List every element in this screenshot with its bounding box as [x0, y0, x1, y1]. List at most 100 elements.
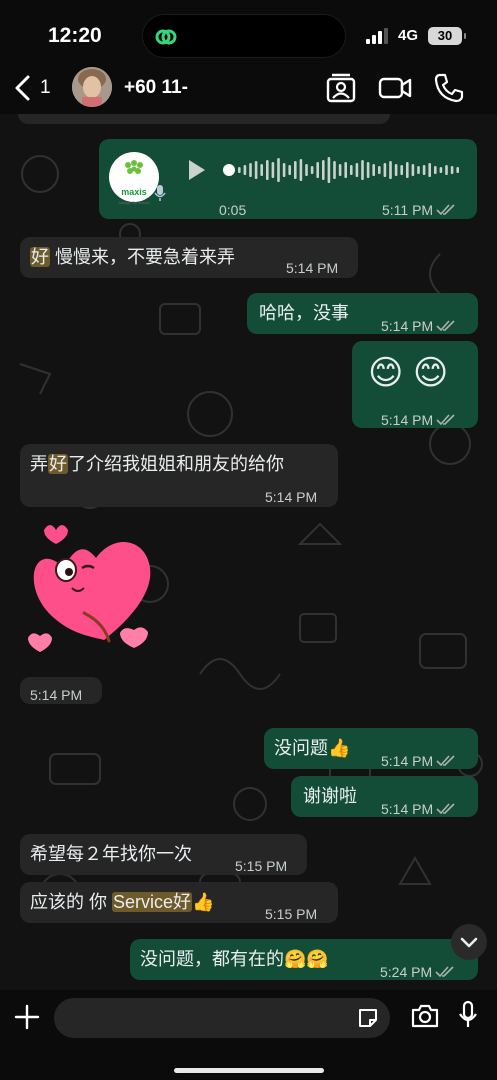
outgoing-message[interactable]: 没问题👍 5:14 PM [264, 728, 478, 769]
voice-waveform[interactable] [222, 155, 462, 185]
home-indicator [174, 1068, 324, 1073]
plus-icon[interactable] [14, 1004, 40, 1030]
incoming-message[interactable]: 希望每２年找你一次 5:15 PM [20, 834, 307, 875]
waveform-bar [288, 165, 291, 175]
waveform-bar [316, 162, 319, 178]
read-ticks-icon [436, 320, 455, 332]
contact-name[interactable]: +60 11- [124, 77, 188, 99]
status-bar: 12:20 4G 30 [0, 0, 497, 62]
message-highlight: Service好 [112, 892, 193, 912]
scroll-down-icon [460, 937, 478, 948]
waveform-bar [406, 162, 409, 178]
waveform-bar [456, 167, 459, 173]
waveform-bar [434, 166, 437, 174]
waveform-bar [422, 165, 426, 175]
microphone-icon[interactable] [458, 1000, 478, 1030]
message-time: 5:14 PM [286, 260, 339, 276]
waveform-bar [310, 166, 314, 174]
message-highlight: 好 [48, 454, 68, 474]
message-text: 应该的 你 Service好👍 [30, 889, 214, 915]
message-text-pre: 应该的 你 [30, 892, 113, 912]
message-time-text: 5:14 PM [381, 318, 434, 334]
waveform-bar [445, 165, 448, 175]
back-unread-count[interactable]: 1 [40, 77, 51, 99]
waveform-bar [350, 165, 353, 175]
network-type: 4G [398, 27, 419, 44]
message-time-text: 5:24 PM [380, 964, 433, 980]
read-ticks-icon [435, 966, 454, 978]
message-time: 5:14 PM [30, 687, 83, 703]
incoming-message[interactable]: 应该的 你 Service好👍 5:15 PM [20, 882, 338, 923]
waveform-bar [450, 166, 454, 174]
message-text: 哈哈，没事 [259, 303, 349, 323]
waveform-bar [372, 164, 375, 176]
message-text: 谢谢啦 [303, 786, 357, 806]
play-icon[interactable] [187, 159, 207, 181]
message-time: 5:14 PM [381, 748, 456, 774]
message-text-post: 👍 [192, 892, 215, 912]
back-chevron-icon[interactable] [12, 74, 34, 102]
waveform-bar [277, 158, 280, 182]
message-text: 没问题👍 [274, 738, 351, 758]
message-text-body: 慢慢来，不要急着来弄 [50, 247, 235, 267]
message-text: 希望每２年找你一次 [30, 844, 192, 864]
waveform-bar [338, 164, 342, 176]
waveform-bar [439, 167, 443, 173]
message-time-text: 5:11 PM [382, 202, 434, 218]
read-ticks-icon [436, 803, 455, 815]
message-time-text: 5:14 PM [381, 412, 434, 428]
waveform-bar [305, 164, 308, 176]
waveform-bar [254, 161, 258, 179]
message-text: 没问题，都有在的🤗🤗 [140, 949, 329, 969]
waveform-bar [299, 159, 303, 181]
message-time-text: 5:14 PM [381, 753, 434, 769]
waveform-bar [411, 164, 415, 176]
chat-area[interactable]: maxis Always Be Ahead 0:05 5:11 PM 好 慢慢来… [0, 114, 497, 990]
microphone-icon [154, 185, 166, 201]
message-time: 5:14 PM [381, 407, 456, 433]
battery-level: 30 [428, 27, 466, 45]
waveform-bar [243, 165, 247, 175]
message-bubble-partial[interactable] [18, 114, 390, 124]
waveform-bar [355, 163, 359, 177]
waveform-bar [266, 160, 269, 180]
video-call-icon[interactable] [378, 72, 412, 104]
waveform-bar [394, 164, 398, 176]
incoming-message[interactable]: 弄好了介绍我姐姐和朋友的给你 5:14 PM [20, 444, 338, 507]
message-time-text: 5:14 PM [381, 801, 434, 817]
message-input[interactable] [54, 998, 390, 1038]
camera-icon[interactable] [410, 1003, 440, 1029]
message-text-pre: 弄 [30, 454, 48, 474]
incoming-message[interactable]: 好 慢慢来，不要急着来弄 5:14 PM [20, 237, 358, 278]
sticker-icon[interactable] [356, 1006, 380, 1030]
waveform-bar [294, 161, 297, 179]
waveform-bar [238, 167, 241, 173]
heart-sticker[interactable] [24, 518, 159, 663]
maxis-logo-tagline: Always Be Ahead [118, 200, 150, 205]
outgoing-message[interactable]: 哈哈，没事 5:14 PM [247, 293, 478, 334]
waveform-bar [361, 160, 364, 180]
waveform-bar [260, 164, 263, 176]
phone-icon[interactable] [432, 72, 466, 104]
voice-message[interactable]: maxis Always Be Ahead 0:05 5:11 PM [99, 139, 477, 219]
avatar[interactable] [72, 67, 112, 107]
outgoing-message[interactable]: 谢谢啦 5:14 PM [291, 776, 478, 817]
read-ticks-icon [436, 204, 455, 216]
message-text: 好 慢慢来，不要急着来弄 [30, 244, 235, 270]
contact-card-icon[interactable] [324, 72, 358, 104]
waveform-bar [327, 157, 331, 183]
composer-bar [0, 990, 497, 1080]
message-time: 5:15 PM [235, 858, 288, 874]
waveform-bar [282, 163, 286, 177]
waveform-bar [428, 163, 431, 177]
message-time: 5:11 PM [382, 197, 456, 223]
outgoing-message[interactable]: 没问题，都有在的🤗🤗 5:24 PM [130, 939, 478, 980]
message-time: 5:14 PM [381, 313, 456, 339]
outgoing-message[interactable]: 😊 😊 5:14 PM [352, 341, 478, 428]
message-time: 5:15 PM [265, 906, 318, 922]
signal-icon [366, 28, 388, 44]
status-time: 12:20 [48, 24, 102, 47]
message-emoji: 😊 😊 [368, 354, 449, 392]
scroll-down-button[interactable] [451, 924, 487, 960]
waveform-bar [271, 162, 275, 178]
